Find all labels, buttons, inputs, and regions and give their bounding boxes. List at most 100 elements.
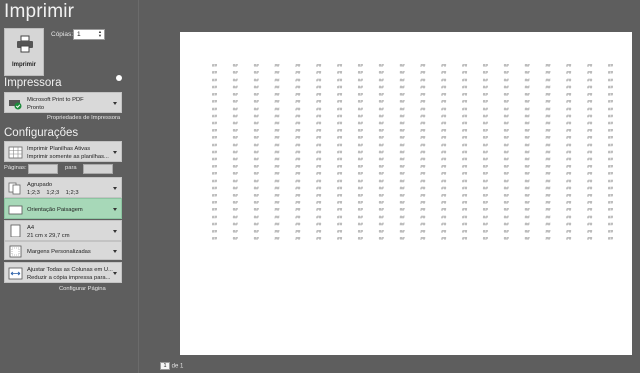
preview-cell: ## [546, 77, 552, 82]
info-icon[interactable] [116, 75, 122, 81]
preview-cell: ## [379, 229, 385, 234]
preview-cell: ## [358, 92, 364, 97]
preview-cell: ## [275, 222, 281, 227]
preview-cell: ## [420, 150, 426, 155]
preview-cell: ## [566, 92, 572, 97]
page-setup-link[interactable]: Configurar Página [59, 286, 106, 292]
preview-cell: ## [525, 164, 531, 169]
preview-cell: ## [295, 106, 301, 111]
preview-cell: ## [504, 207, 510, 212]
preview-cell: ## [587, 214, 593, 219]
preview-cell: ## [608, 164, 614, 169]
preview-cell: ## [441, 106, 447, 111]
preview-cell: ## [379, 128, 385, 133]
preview-cell: ## [295, 229, 301, 234]
preview-cell: ## [566, 157, 572, 162]
preview-cell: ## [212, 128, 218, 133]
preview-cell: ## [483, 77, 489, 82]
copies-value: 1 [77, 31, 81, 38]
chevron-down-icon [113, 230, 117, 233]
collate-dropdown[interactable]: Agrupado 1;2;3 1;2;3 1;2;3 [4, 177, 122, 198]
preview-cell: ## [420, 200, 426, 205]
preview-cell: ## [566, 70, 572, 75]
preview-cell: ## [233, 77, 239, 82]
preview-cell: ## [483, 63, 489, 68]
preview-cell: ## [525, 229, 531, 234]
current-page-input[interactable]: 1 [160, 362, 170, 370]
preview-cell: ## [358, 70, 364, 75]
preview-cell: ## [420, 77, 426, 82]
preview-cell: ## [587, 142, 593, 147]
preview-cell: ## [275, 193, 281, 198]
preview-cell: ## [233, 135, 239, 140]
scaling-dropdown[interactable]: Ajustar Todas as Colunas em U... Reduzir… [4, 262, 122, 283]
preview-cell: ## [420, 214, 426, 219]
preview-cell: ## [504, 186, 510, 191]
preview-cell: ## [441, 128, 447, 133]
margins-dropdown[interactable]: Margens Personalizadas [4, 241, 122, 260]
preview-cell: ## [566, 207, 572, 212]
preview-cell: ## [379, 236, 385, 241]
print-what-dropdown[interactable]: Imprimir Planilhas Ativas Imprimir somen… [4, 141, 122, 162]
preview-cell: ## [254, 200, 260, 205]
preview-cell: ## [233, 222, 239, 227]
preview-cell: ## [233, 92, 239, 97]
preview-cell: ## [546, 99, 552, 104]
preview-cell: ## [400, 193, 406, 198]
preview-cell: ## [212, 207, 218, 212]
preview-cell: ## [337, 229, 343, 234]
pages-to-input[interactable] [83, 164, 113, 174]
collate-line2: 1;2;3 1;2;3 1;2;3 [27, 190, 79, 196]
preview-cell: ## [295, 150, 301, 155]
preview-cell: ## [462, 186, 468, 191]
preview-cell: ## [462, 85, 468, 90]
preview-cell: ## [337, 121, 343, 126]
preview-cell: ## [337, 77, 343, 82]
scaling-line1: Ajustar Todas as Colunas em U... [27, 267, 113, 273]
preview-cell: ## [441, 63, 447, 68]
preview-cell: ## [295, 142, 301, 147]
preview-cell: ## [233, 85, 239, 90]
preview-cell: ## [525, 193, 531, 198]
preview-cell: ## [295, 200, 301, 205]
preview-cell: ## [316, 222, 322, 227]
preview-cell: ## [233, 157, 239, 162]
printer-properties-link[interactable]: Propriedades de Impressora [47, 115, 120, 121]
preview-cell: ## [504, 135, 510, 140]
preview-cell: ## [420, 121, 426, 126]
copies-input[interactable]: 1 ▲ ▼ [73, 29, 105, 40]
preview-cell: ## [212, 200, 218, 205]
preview-cell: ## [212, 186, 218, 191]
preview-cell: ## [587, 63, 593, 68]
pages-from-input[interactable] [28, 164, 58, 174]
preview-cell: ## [400, 99, 406, 104]
orientation-dropdown[interactable]: Orientação Paisagem [4, 198, 122, 219]
preview-cell: ## [608, 207, 614, 212]
printer-dropdown[interactable]: Microsoft Print to PDF Pronto [4, 92, 122, 113]
preview-cell: ## [441, 236, 447, 241]
preview-cell: ## [566, 178, 572, 183]
preview-cell: ## [379, 92, 385, 97]
print-button[interactable]: Imprimir [4, 28, 44, 76]
preview-cell: ## [337, 150, 343, 155]
preview-cell: ## [254, 229, 260, 234]
preview-cell: ## [504, 157, 510, 162]
preview-cell: ## [525, 207, 531, 212]
preview-cell: ## [483, 157, 489, 162]
preview-cell: ## [587, 106, 593, 111]
preview-cell: ## [525, 200, 531, 205]
preview-cell: ## [546, 135, 552, 140]
paper-size-dropdown[interactable]: A4 21 cm x 29,7 cm [4, 220, 122, 241]
preview-cell: ## [587, 77, 593, 82]
preview-cell: ## [587, 121, 593, 126]
copies-spinner[interactable]: ▲ ▼ [98, 30, 103, 38]
preview-cell: ## [295, 70, 301, 75]
preview-cell: ## [525, 77, 531, 82]
preview-cell: ## [379, 121, 385, 126]
preview-cell: ## [400, 92, 406, 97]
preview-cell: ## [504, 121, 510, 126]
preview-cell: ## [441, 114, 447, 119]
chevron-down-icon [113, 272, 117, 275]
preview-cell: ## [379, 77, 385, 82]
preview-cell: ## [504, 200, 510, 205]
